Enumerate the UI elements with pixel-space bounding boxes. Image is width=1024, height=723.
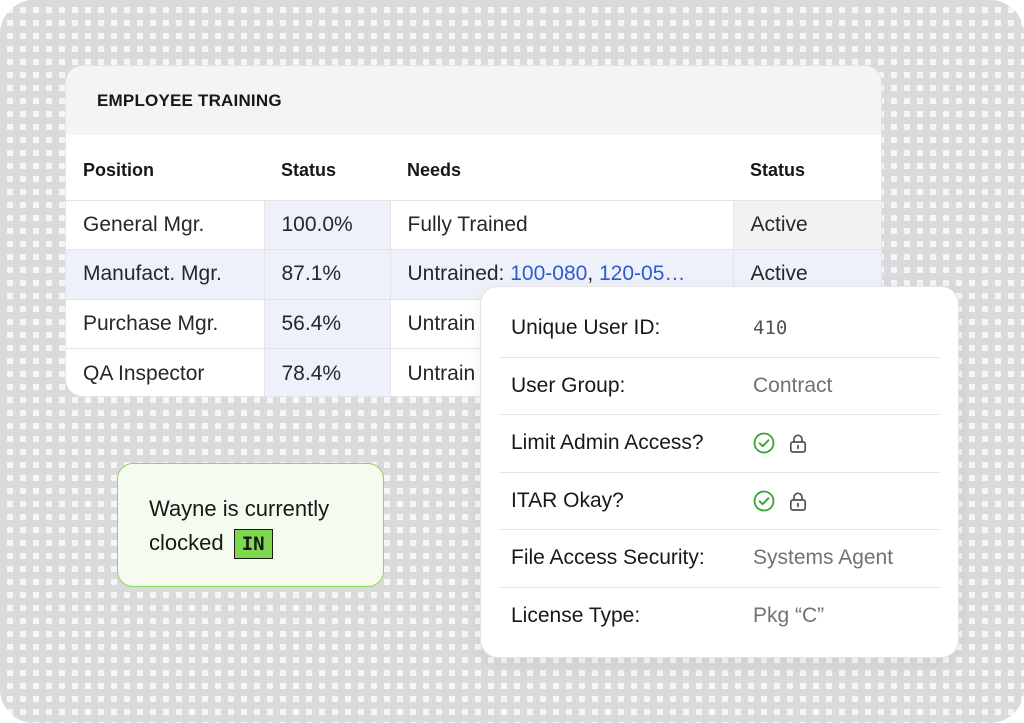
course-link-100-080[interactable]: 100-080 bbox=[510, 262, 587, 285]
column-header-status[interactable]: Status bbox=[264, 135, 390, 200]
column-header-needs[interactable]: Needs bbox=[390, 135, 733, 200]
needs-text: Untrain bbox=[407, 361, 476, 385]
position-cell: Purchase Mgr. bbox=[66, 298, 264, 349]
column-header-position[interactable]: Position bbox=[66, 135, 264, 200]
check-circle-icon[interactable] bbox=[753, 490, 775, 512]
position-cell-alert: QA Inspector bbox=[66, 348, 264, 396]
position-cell: Manufact. Mgr. bbox=[66, 249, 264, 299]
clock-label: clocked bbox=[149, 530, 224, 555]
file-access-value: Systems Agent bbox=[753, 546, 894, 570]
clock-status-card: Wayne is currently clocked IN bbox=[117, 463, 384, 587]
user-group-label: User Group: bbox=[511, 373, 626, 397]
user-row-id: Unique User ID: 410 bbox=[499, 300, 940, 358]
user-details-card: Unique User ID: 410 User Group: Contract… bbox=[480, 286, 959, 658]
clocked-in-badge: IN bbox=[233, 529, 273, 560]
limit-admin-label: Limit Admin Access? bbox=[511, 431, 704, 455]
status-percent-cell: 87.1% bbox=[263, 249, 390, 299]
lock-icon[interactable] bbox=[787, 490, 809, 512]
course-link-120-05[interactable]: 120-05… bbox=[599, 262, 685, 285]
user-id-value: 410 bbox=[753, 317, 788, 340]
lock-icon[interactable] bbox=[787, 432, 809, 454]
column-header-status-2[interactable]: Status bbox=[733, 135, 881, 200]
card-header: EMPLOYEE TRAINING bbox=[66, 66, 881, 135]
needs-text: Untrain bbox=[407, 311, 476, 335]
user-row-license: License Type: Pkg “C” bbox=[499, 588, 940, 646]
license-type-label: License Type: bbox=[511, 604, 641, 628]
needs-separator: , bbox=[587, 262, 599, 286]
table-row[interactable]: General Mgr. 100.0% Fully Trained Active bbox=[66, 199, 881, 250]
needs-text: Fully Trained bbox=[407, 212, 528, 236]
clock-line-2: clocked IN bbox=[149, 526, 383, 560]
itar-value bbox=[753, 490, 809, 512]
needs-text: Untrained: bbox=[407, 262, 511, 286]
user-row-itar: ITAR Okay? bbox=[499, 473, 940, 530]
itar-label: ITAR Okay? bbox=[511, 488, 624, 512]
status-percent-cell: 56.4% bbox=[263, 298, 390, 349]
active-status-cell: Active bbox=[732, 199, 881, 250]
status-percent-cell: 78.4% bbox=[263, 348, 390, 396]
position-cell: General Mgr. bbox=[66, 199, 264, 250]
file-access-label: File Access Security: bbox=[511, 546, 705, 570]
status-percent-cell: 100.0% bbox=[263, 199, 390, 250]
limit-admin-value bbox=[753, 432, 809, 454]
table-header-row: Position Status Needs Status bbox=[66, 135, 881, 200]
clock-line-1: Wayne is currently bbox=[149, 496, 330, 521]
license-type-value: Pkg “C” bbox=[753, 604, 825, 628]
user-row-file-access: File Access Security: Systems Agent bbox=[499, 530, 940, 588]
card-title: EMPLOYEE TRAINING bbox=[97, 90, 282, 110]
needs-cell: Fully Trained bbox=[389, 199, 733, 250]
user-row-group: User Group: Contract bbox=[499, 358, 940, 415]
check-circle-icon[interactable] bbox=[753, 432, 775, 454]
user-id-label: Unique User ID: bbox=[511, 316, 661, 340]
user-row-limit-admin: Limit Admin Access? bbox=[499, 415, 940, 473]
user-group-value: Contract bbox=[753, 373, 833, 397]
